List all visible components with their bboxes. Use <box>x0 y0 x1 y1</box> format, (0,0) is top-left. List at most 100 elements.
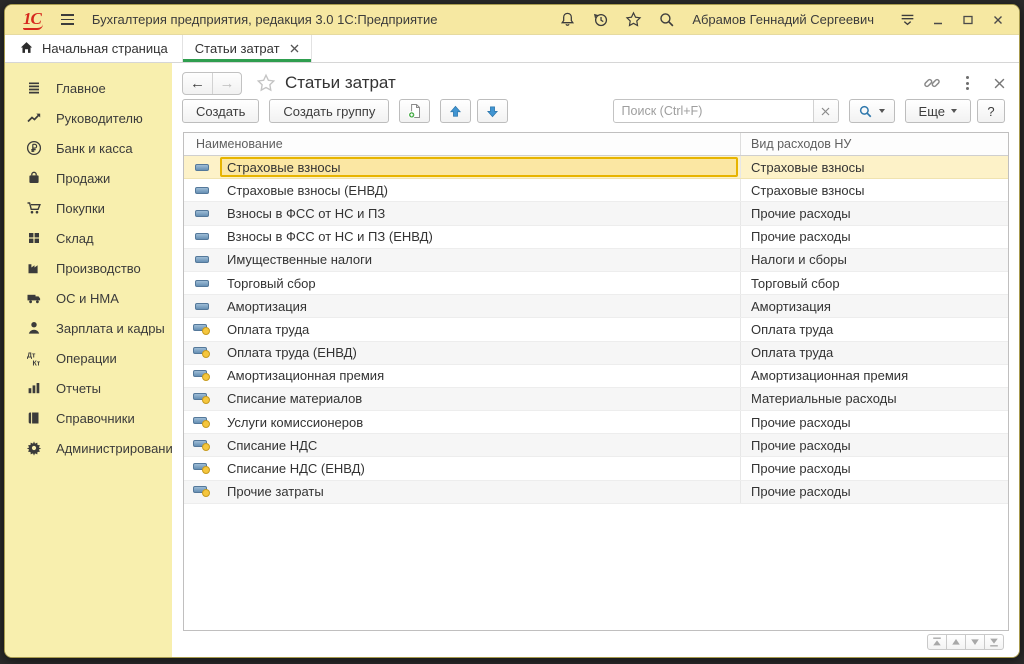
favorites-star-icon[interactable] <box>621 9 645 31</box>
bag-icon <box>25 170 43 187</box>
column-header-expense-type[interactable]: Вид расходов НУ <box>741 133 1008 155</box>
table-row[interactable]: Страховые взносы (ЕНВД) Страховые взносы <box>184 179 1008 202</box>
sidebar-item-pokupki[interactable]: Покупки <box>5 193 172 223</box>
history-icon[interactable] <box>588 9 612 31</box>
table-row[interactable]: Взносы в ФСС от НС и ПЗ Прочие расходы <box>184 202 1008 225</box>
create-group-button[interactable]: Создать группу <box>269 99 389 123</box>
move-down-button[interactable] <box>477 99 508 123</box>
forward-button[interactable]: → <box>212 73 241 94</box>
sidebar-item-proizvodstvo[interactable]: Производство <box>5 253 172 283</box>
search-clear-icon[interactable] <box>813 100 838 122</box>
cost-item-icon <box>184 202 220 224</box>
sidebar-item-os-i-nma[interactable]: ОС и НМА <box>5 283 172 313</box>
search-options-button[interactable] <box>849 99 895 123</box>
cell-name[interactable]: Услуги комиссионеров <box>220 411 741 433</box>
cell-name[interactable]: Страховые взносы <box>220 156 741 178</box>
cell-name[interactable]: Амортизация <box>220 295 741 317</box>
move-up-button[interactable] <box>440 99 471 123</box>
go-last-icon[interactable] <box>984 634 1004 650</box>
sidebar-item-otchety[interactable]: Отчеты <box>5 373 172 403</box>
table-row[interactable]: Взносы в ФСС от НС и ПЗ (ЕНВД) Прочие ра… <box>184 226 1008 249</box>
more-actions-button[interactable]: Еще <box>905 99 971 123</box>
table-row[interactable]: Страховые взносы Страховые взносы <box>184 156 1008 179</box>
tab-cost-items[interactable]: Статьи затрат <box>183 35 312 62</box>
cell-expense-type[interactable]: Страховые взносы <box>741 179 1008 201</box>
cell-expense-type[interactable]: Оплата труда <box>741 318 1008 340</box>
cell-name[interactable]: Списание НДС (ЕНВД) <box>220 457 741 479</box>
table-row[interactable]: Списание материалов Материальные расходы <box>184 388 1008 411</box>
sidebar-item-prodazhi[interactable]: Продажи <box>5 163 172 193</box>
cell-expense-type[interactable]: Прочие расходы <box>741 226 1008 248</box>
cell-expense-type[interactable]: Прочие расходы <box>741 202 1008 224</box>
sidebar-item-zarplata-i-kadry[interactable]: Зарплата и кадры <box>5 313 172 343</box>
current-user[interactable]: Абрамов Геннадий Сергеевич <box>692 12 874 27</box>
table-row[interactable]: Оплата труда Оплата труда <box>184 318 1008 341</box>
app-window: 1С Бухгалтерия предприятия, редакция 3.0… <box>4 4 1020 658</box>
cell-name[interactable]: Оплата труда (ЕНВД) <box>220 342 741 364</box>
more-menu-icon[interactable] <box>963 74 972 91</box>
favorite-star-icon[interactable] <box>256 73 276 93</box>
cell-name[interactable]: Страховые взносы (ЕНВД) <box>220 179 741 201</box>
table-row[interactable]: Услуги комиссионеров Прочие расходы <box>184 411 1008 434</box>
main-menu-icon[interactable] <box>61 14 74 24</box>
dropdown-caret <box>951 109 957 113</box>
get-link-icon[interactable] <box>923 74 941 92</box>
cell-name[interactable]: Списание материалов <box>220 388 741 410</box>
cell-name[interactable]: Списание НДС <box>220 434 741 456</box>
minimize-button[interactable] <box>927 10 949 30</box>
tab-close-icon[interactable] <box>290 44 299 53</box>
global-search-icon[interactable] <box>654 9 678 31</box>
go-first-icon[interactable] <box>927 634 947 650</box>
cell-expense-type[interactable]: Материальные расходы <box>741 388 1008 410</box>
cell-expense-type[interactable]: Страховые взносы <box>741 156 1008 178</box>
cell-name[interactable]: Прочие затраты <box>220 481 741 503</box>
cell-expense-type[interactable]: Торговый сбор <box>741 272 1008 294</box>
go-prev-icon[interactable] <box>946 634 966 650</box>
cell-expense-type[interactable]: Налоги и сборы <box>741 249 1008 271</box>
sidebar-item-bank-i-kassa[interactable]: Банк и касса <box>5 133 172 163</box>
cell-name[interactable]: Взносы в ФСС от НС и ПЗ (ЕНВД) <box>220 226 741 248</box>
cell-name[interactable]: Амортизационная премия <box>220 365 741 387</box>
list-toolbar: Создать Создать группу <box>172 99 1019 132</box>
cell-expense-type[interactable]: Прочие расходы <box>741 434 1008 456</box>
sidebar-item-glavnoe[interactable]: Главное <box>5 73 172 103</box>
table-row[interactable]: Амортизация Амортизация <box>184 295 1008 318</box>
table-row[interactable]: Прочие затраты Прочие расходы <box>184 481 1008 504</box>
page-title: Статьи затрат <box>285 73 396 93</box>
column-header-name[interactable]: Наименование <box>184 133 741 155</box>
cell-expense-type[interactable]: Амортизационная премия <box>741 365 1008 387</box>
search-input[interactable] <box>614 100 813 122</box>
table-row[interactable]: Списание НДС Прочие расходы <box>184 434 1008 457</box>
cell-name[interactable]: Имущественные налоги <box>220 249 741 271</box>
cell-expense-type[interactable]: Прочие расходы <box>741 481 1008 503</box>
notifications-bell-icon[interactable] <box>555 9 579 31</box>
table-row[interactable]: Списание НДС (ЕНВД) Прочие расходы <box>184 457 1008 480</box>
sidebar-item-rukovoditelyu[interactable]: Руководителю <box>5 103 172 133</box>
service-settings-icon[interactable] <box>895 9 919 31</box>
cell-expense-type[interactable]: Прочие расходы <box>741 457 1008 479</box>
sidebar-item-spravochniki[interactable]: Справочники <box>5 403 172 433</box>
sidebar-item-operacii[interactable]: ДтКт Операции <box>5 343 172 373</box>
back-button[interactable]: ← <box>183 73 212 94</box>
tab-home[interactable]: Начальная страница <box>5 35 183 62</box>
close-window-button[interactable] <box>987 10 1009 30</box>
cell-name[interactable]: Взносы в ФСС от НС и ПЗ <box>220 202 741 224</box>
table-row[interactable]: Имущественные налоги Налоги и сборы <box>184 249 1008 272</box>
cell-expense-type[interactable]: Амортизация <box>741 295 1008 317</box>
cell-expense-type[interactable]: Оплата труда <box>741 342 1008 364</box>
help-button[interactable]: ? <box>977 99 1005 123</box>
sidebar-item-sklad[interactable]: Склад <box>5 223 172 253</box>
table-row[interactable]: Амортизационная премия Амортизационная п… <box>184 365 1008 388</box>
sidebar-item-administrirovanie[interactable]: Администрирование <box>5 433 172 463</box>
close-panel-icon[interactable] <box>994 78 1005 89</box>
create-button[interactable]: Создать <box>182 99 259 123</box>
table-row[interactable]: Торговый сбор Торговый сбор <box>184 272 1008 295</box>
maximize-button[interactable] <box>957 10 979 30</box>
table-row[interactable]: Оплата труда (ЕНВД) Оплата труда <box>184 342 1008 365</box>
copy-item-button[interactable] <box>399 99 430 123</box>
cell-name[interactable]: Торговый сбор <box>220 272 741 294</box>
cell-expense-type[interactable]: Прочие расходы <box>741 411 1008 433</box>
cell-name[interactable]: Оплата труда <box>220 318 741 340</box>
truck-icon <box>25 290 43 307</box>
go-next-icon[interactable] <box>965 634 985 650</box>
